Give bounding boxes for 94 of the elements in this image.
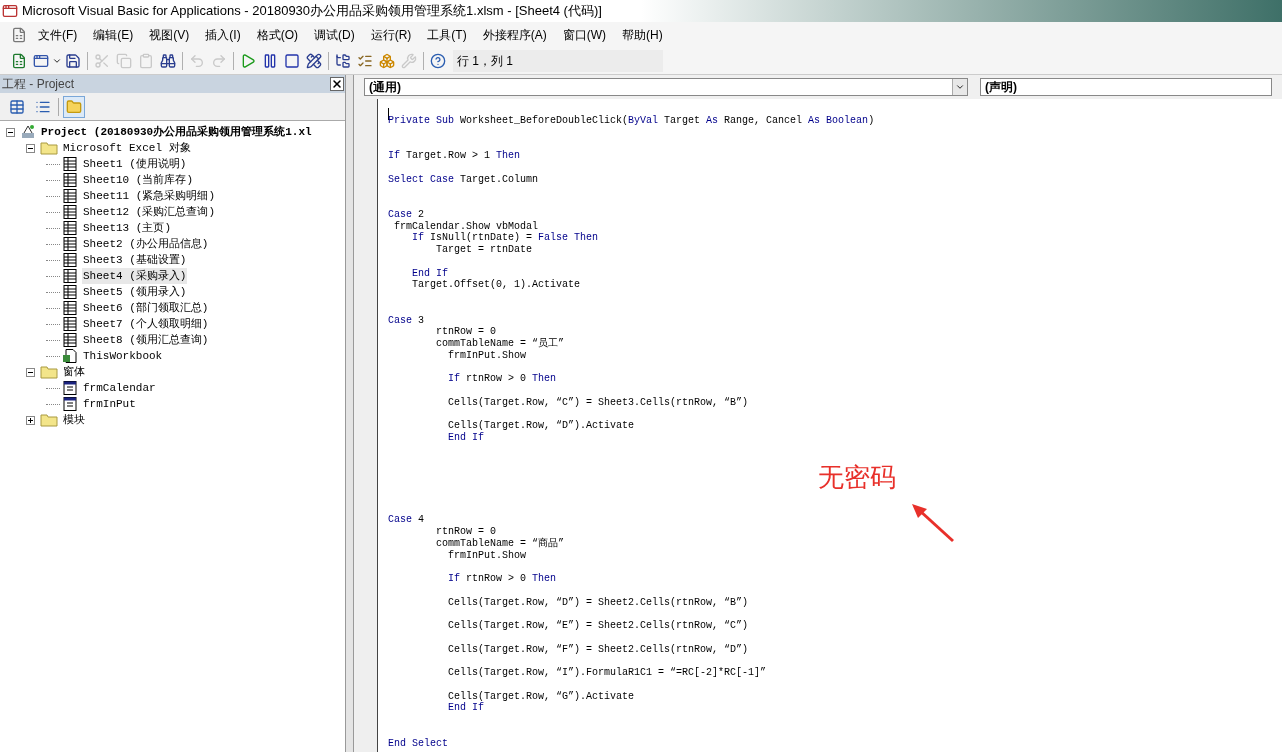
worksheet-icon bbox=[62, 300, 78, 316]
annotation-arrow bbox=[911, 503, 955, 543]
tree-item[interactable]: Sheet5 (领用录入) bbox=[82, 283, 188, 301]
code-line: End If bbox=[447, 432, 484, 444]
tree-item[interactable]: Sheet2 (办公用品信息) bbox=[82, 235, 210, 253]
worksheet-icon bbox=[62, 188, 78, 204]
code-line: commTableName = “员工” bbox=[435, 338, 565, 350]
tree-item[interactable]: frmInPut bbox=[82, 395, 137, 413]
object-dropdown[interactable]: (通用) bbox=[364, 78, 968, 96]
code-line: Cells(Target.Row, “E”) = Sheet2.Cells(rtnRow, “C”) bbox=[447, 620, 749, 632]
menu-item[interactable]: 编辑(E) bbox=[85, 26, 142, 44]
code-line: rtnRow = 0 bbox=[435, 326, 497, 338]
menu-item[interactable]: 帮助(H) bbox=[614, 26, 671, 44]
close-button[interactable] bbox=[330, 77, 344, 91]
menu-item[interactable]: 视图(V) bbox=[141, 26, 198, 44]
cursor-position: 行 1，列 1 bbox=[453, 50, 663, 72]
code-line: Private Sub Worksheet_BeforeDoubleClick(ByVal Target As Range, Cancel As Boolean) bbox=[388, 114, 875, 127]
code-line: Cells(Target.Row, “D”) = Sheet2.Cells(rtnRow, “B”) bbox=[447, 596, 749, 609]
code-line: frmCalendar.Show vbModal bbox=[393, 220, 539, 232]
caret-icon bbox=[955, 82, 965, 92]
annotation-text: 无密码 bbox=[818, 462, 896, 494]
tree-item[interactable]: 窗体 bbox=[62, 363, 86, 381]
tree-item[interactable]: Sheet6 (部门领取汇总) bbox=[82, 299, 210, 317]
folder-icon bbox=[40, 141, 58, 155]
code-line: If rtnRow > 0 Then bbox=[447, 373, 557, 385]
tree-item[interactable]: ThisWorkbook bbox=[82, 347, 164, 365]
code-line: If IsNull(rtnDate) = False Then bbox=[411, 232, 599, 244]
app-icon bbox=[2, 3, 18, 19]
project-icon bbox=[20, 124, 36, 140]
collapse-toggle[interactable] bbox=[26, 367, 35, 377]
tree-item[interactable]: Sheet8 (领用汇总查询) bbox=[82, 331, 210, 349]
worksheet-icon bbox=[62, 172, 78, 188]
code-line: End If bbox=[411, 267, 448, 279]
worksheet-icon bbox=[62, 204, 78, 220]
caret-icon[interactable] bbox=[52, 56, 62, 66]
code-line: Cells(Target.Row, “D”).Activate bbox=[447, 420, 635, 432]
workbook-icon bbox=[62, 348, 78, 364]
code-line: frmInPut.Show bbox=[447, 549, 527, 562]
worksheet-icon bbox=[62, 236, 78, 252]
code-line: Select Case Target.Column bbox=[388, 173, 539, 186]
tree-item[interactable]: Sheet4 (采购录入) bbox=[82, 267, 188, 285]
worksheet-icon bbox=[62, 268, 78, 284]
tree-item[interactable]: Sheet3 (基础设置) bbox=[82, 251, 188, 269]
tree-item[interactable]: Sheet13 (主页) bbox=[82, 219, 172, 237]
collapse-toggle[interactable] bbox=[26, 143, 35, 153]
code-line: If rtnRow > 0 Then bbox=[447, 573, 557, 585]
worksheet-icon bbox=[62, 316, 78, 332]
folder-toggle-button[interactable] bbox=[63, 95, 85, 118]
worksheet-icon bbox=[62, 220, 78, 236]
menu-item[interactable]: 窗口(W) bbox=[554, 26, 614, 44]
code-line: End If bbox=[447, 702, 484, 714]
code-line: If Target.Row > 1 Then bbox=[388, 150, 521, 162]
pane-title: 工程 - Project bbox=[2, 76, 74, 93]
code-line: Target.Offset(0, 1).Activate bbox=[411, 279, 581, 291]
tree-item[interactable]: Project (20180930办公用品采购领用管理系统1.xl bbox=[40, 123, 313, 141]
code-line: Case 4 bbox=[388, 514, 425, 526]
worksheet-icon bbox=[62, 284, 78, 300]
window-title: Microsoft Visual Basic for Applications - 20180930办公用品采购领用管理系统1.xlsm - [Sheet4 (代码)] bbox=[22, 2, 602, 21]
tree-item[interactable]: 模块 bbox=[62, 411, 86, 429]
menu-item[interactable]: 文件(F) bbox=[30, 26, 86, 44]
menu-item[interactable]: 运行(R) bbox=[362, 26, 420, 44]
code-line: rtnRow = 0 bbox=[435, 526, 497, 538]
code-line: Cells(Target.Row, “G”).Activate bbox=[447, 690, 635, 702]
menu-item[interactable]: 外接程序(A) bbox=[474, 26, 555, 44]
folder-icon bbox=[40, 413, 58, 427]
tree-item[interactable]: Sheet7 (个人领取明细) bbox=[82, 315, 210, 333]
code-line: commTableName = “商品” bbox=[435, 537, 565, 550]
worksheet-icon bbox=[62, 156, 78, 172]
code-line: Cells(Target.Row, “F”) = Sheet2.Cells(rtnRow, “D”) bbox=[447, 643, 749, 656]
menu-item[interactable]: 工具(T) bbox=[419, 26, 475, 44]
code-line: Cells(Target.Row, “I”).FormulaR1C1 = “=RC[-2]*RC[-1]” bbox=[447, 667, 767, 679]
code-line: Cells(Target.Row, “C”) = Sheet3.Cells(rtnRow, “B”) bbox=[447, 396, 749, 409]
menu-item[interactable]: 调试(D) bbox=[306, 26, 363, 44]
tree-item[interactable]: Microsoft Excel 对象 bbox=[62, 139, 192, 157]
code-line: frmInPut.Show bbox=[447, 349, 527, 362]
procedure-dropdown[interactable]: (声明) bbox=[980, 78, 1272, 96]
worksheet-icon bbox=[62, 332, 78, 348]
code-line: Case 2 bbox=[388, 208, 425, 221]
worksheet-icon bbox=[62, 252, 78, 268]
collapse-toggle[interactable] bbox=[6, 127, 15, 137]
tree-item[interactable]: Sheet12 (采购汇总查询) bbox=[82, 203, 216, 221]
tree-item[interactable]: Sheet11 (紧急采购明细) bbox=[82, 187, 216, 205]
code-line: Target = rtnDate bbox=[435, 244, 533, 256]
menu-item[interactable]: 插入(I) bbox=[197, 26, 249, 44]
form-icon bbox=[62, 396, 78, 412]
form-icon bbox=[62, 380, 78, 396]
tree-item[interactable]: Sheet10 (当前库存) bbox=[82, 171, 194, 189]
tree-item[interactable]: Sheet1 (使用说明) bbox=[82, 155, 188, 173]
menu-item[interactable]: 格式(O) bbox=[248, 26, 306, 44]
folder-icon bbox=[40, 365, 58, 379]
code-line: End Select bbox=[388, 737, 448, 750]
tree-item[interactable]: frmCalendar bbox=[82, 379, 157, 397]
expand-toggle[interactable] bbox=[26, 415, 35, 425]
code-line: Case 3 bbox=[388, 314, 425, 327]
